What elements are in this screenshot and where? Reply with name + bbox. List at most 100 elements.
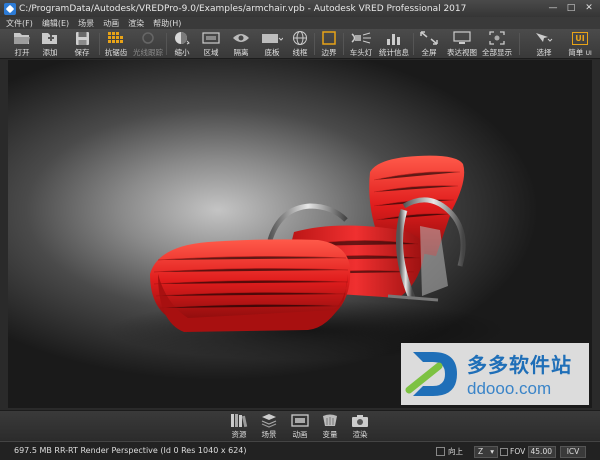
scene-label: 场景 <box>261 430 277 439</box>
render-panel-button[interactable]: 渲染 <box>349 413 371 440</box>
maximize-button[interactable]: □ <box>562 1 580 15</box>
fov-label: FOV <box>510 447 526 456</box>
fullscreen-button[interactable]: 全屏 <box>417 30 441 58</box>
menu-help[interactable]: 帮助(H) <box>153 18 181 29</box>
wireframe-globe-icon <box>292 30 308 46</box>
status-bar: 697.5 MB RR-RT Render Perspective (Id 0 … <box>0 441 600 460</box>
menu-file[interactable]: 文件(F) <box>6 18 33 29</box>
vred-app-icon <box>4 2 16 15</box>
simple-ui-suffix: UI <box>585 50 592 57</box>
panel-bar: 资源 场景 动画 变量 渲染 <box>0 410 600 440</box>
title-bar: C:/ProgramData/Autodesk/VREDPro-9.0/Exam… <box>0 0 600 17</box>
scene-tree-icon <box>261 414 277 428</box>
ui-badge: UI <box>572 31 588 45</box>
open-label: 打开 <box>14 48 30 57</box>
render-panel-label: 渲染 <box>352 430 368 439</box>
add-button[interactable]: 添加 <box>38 30 62 58</box>
assets-button[interactable]: 资源 <box>228 413 250 440</box>
camera-icon <box>352 415 368 427</box>
open-button[interactable]: 打开 <box>10 30 34 58</box>
show-all-label: 全部显示 <box>482 48 512 57</box>
toolbar-separator <box>343 33 344 55</box>
fov-checkbox[interactable] <box>500 447 508 456</box>
show-all-button[interactable]: 全部显示 <box>481 30 513 58</box>
up-axis-checkbox[interactable] <box>436 447 445 456</box>
floor-button[interactable]: 底板 <box>260 30 284 58</box>
animation-film-icon <box>291 414 309 427</box>
bounds-label: 边界 <box>321 48 337 57</box>
express-view-label: 表达视图 <box>447 48 477 57</box>
menu-render[interactable]: 渲染 <box>128 18 144 29</box>
fov-control: FOV <box>500 445 525 458</box>
shrink-button[interactable]: 缩小 <box>170 30 194 58</box>
window-title: C:/ProgramData/Autodesk/VREDPro-9.0/Exam… <box>19 3 467 14</box>
bar-chart-icon <box>386 30 402 46</box>
antialias-label: 抗锯齿 <box>104 48 128 57</box>
bounds-box-icon <box>322 30 336 46</box>
simple-ui-button[interactable]: UI 简单 UI <box>566 30 594 58</box>
window-controls: — □ ✕ <box>544 1 598 15</box>
statistics-button[interactable]: 统计信息 <box>378 30 410 58</box>
bounds-button[interactable]: 边界 <box>318 30 340 58</box>
antialias-button[interactable]: 抗锯齿 <box>103 30 129 58</box>
headlight-label: 车头灯 <box>349 48 373 57</box>
select-cursor-icon <box>534 30 554 46</box>
watermark-name: 多多软件站 <box>467 353 572 377</box>
menu-edit[interactable]: 编辑(E) <box>42 18 69 29</box>
ddooo-logo-icon <box>405 352 457 396</box>
region-icon <box>202 30 220 46</box>
menu-scene[interactable]: 场景 <box>78 18 94 29</box>
save-button[interactable]: 保存 <box>70 30 94 58</box>
variants-button[interactable]: 变量 <box>319 413 341 440</box>
animation-label: 动画 <box>292 430 308 439</box>
up-axis-select[interactable]: Z ▾ <box>474 445 498 458</box>
scene-button[interactable]: 场景 <box>258 413 280 440</box>
isolate-eye-icon <box>232 30 250 46</box>
folder-open-icon <box>13 30 31 46</box>
simple-ui-text: 简单 <box>568 48 584 57</box>
wireframe-button[interactable]: 线框 <box>289 30 311 58</box>
fov-input[interactable]: 45.00 <box>528 445 556 458</box>
add-label: 添加 <box>42 48 58 57</box>
watermark-logo: 多多软件站 ddooo.com <box>401 343 589 405</box>
up-axis-control: 向上 <box>436 445 463 458</box>
menu-animation[interactable]: 动画 <box>103 18 119 29</box>
raytracing-label: 光线跟踪 <box>133 48 163 57</box>
up-axis-label: 向上 <box>448 447 463 456</box>
variants-icon <box>323 414 337 426</box>
minimize-button[interactable]: — <box>544 1 562 15</box>
watermark-text: 多多软件站 ddooo.com <box>467 349 572 399</box>
save-disk-icon <box>75 30 90 46</box>
toolbar-separator <box>99 33 100 55</box>
shrink-sphere-icon <box>174 30 190 46</box>
floor-plate-icon <box>261 30 283 46</box>
assets-label: 资源 <box>231 430 247 439</box>
isolate-label: 隔离 <box>233 48 249 57</box>
headlight-icon <box>350 30 372 46</box>
select-button[interactable]: 选择 <box>532 30 556 58</box>
close-button[interactable]: ✕ <box>580 1 598 15</box>
region-button[interactable]: 区域 <box>200 30 222 58</box>
fullscreen-label: 全屏 <box>421 48 437 57</box>
isolate-button[interactable]: 隔离 <box>230 30 252 58</box>
floor-label: 底板 <box>264 48 280 57</box>
simple-ui-label: 简单 UI <box>568 47 592 58</box>
icv-label: ICV <box>566 447 580 456</box>
assets-books-icon <box>231 414 248 428</box>
express-view-button[interactable]: 表达视图 <box>446 30 478 58</box>
main-toolbar: 打开 添加 保存 抗锯齿 光线跟踪 缩小 区域 隔离 底板 线框 边界 车头灯 … <box>0 29 600 59</box>
icv-button[interactable]: ICV <box>560 445 586 458</box>
up-axis-value: Z <box>478 447 484 456</box>
toolbar-separator <box>413 33 414 55</box>
raytracing-button[interactable]: 光线跟踪 <box>133 30 163 58</box>
animation-button[interactable]: 动画 <box>289 413 311 440</box>
add-file-icon <box>41 30 59 46</box>
express-view-icon <box>453 30 471 46</box>
menu-bar: 文件(F) 编辑(E) 场景 动画 渲染 帮助(H) <box>0 17 600 29</box>
variants-label: 变量 <box>322 430 338 439</box>
fullscreen-arrows-icon <box>420 30 438 46</box>
toolbar-separator <box>519 33 520 55</box>
toolbar-separator <box>166 33 167 55</box>
chevron-down-icon: ▾ <box>490 447 494 456</box>
headlight-button[interactable]: 车头灯 <box>346 30 376 58</box>
